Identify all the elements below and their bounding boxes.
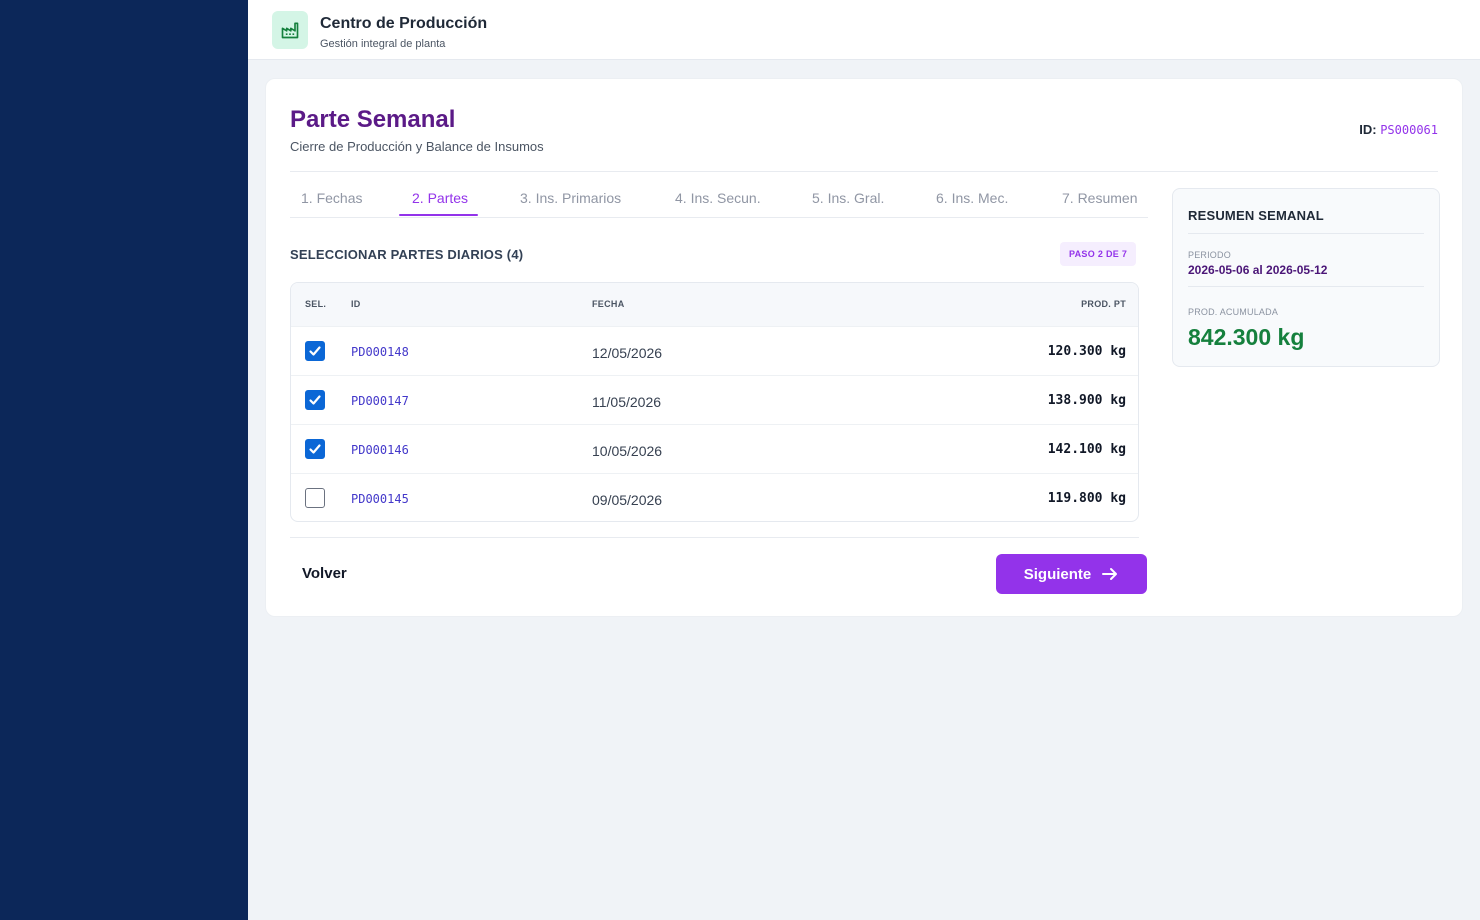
next-button-label: Siguiente bbox=[1023, 565, 1092, 583]
footer-divider bbox=[290, 537, 1139, 538]
weekly-summary-panel: RESUMEN SEMANAL PERIODO 2026-05-06 al 20… bbox=[1172, 188, 1440, 367]
table-row[interactable]: PD000148 12/05/2026 120.300 kg bbox=[291, 326, 1138, 375]
tab-insumos-primarios[interactable]: 3. Ins. Primarios bbox=[520, 190, 621, 206]
page-title: Parte Semanal bbox=[290, 106, 456, 133]
row-checkbox[interactable] bbox=[305, 439, 325, 459]
sidebar bbox=[0, 0, 248, 920]
header-divider bbox=[290, 171, 1438, 172]
checkmark-icon bbox=[309, 444, 321, 454]
table-row[interactable]: PD000146 10/05/2026 142.100 kg bbox=[291, 424, 1138, 473]
cell-prod: 142.100 kg bbox=[1047, 442, 1126, 457]
cell-fecha: 11/05/2026 bbox=[592, 394, 662, 410]
page-subtitle: Cierre de Producción y Balance de Insumo… bbox=[290, 139, 544, 154]
cell-id[interactable]: PD000145 bbox=[351, 492, 409, 506]
row-checkbox[interactable] bbox=[305, 341, 325, 361]
top-bar: Centro de Producción Gestión integral de… bbox=[248, 0, 1480, 60]
column-header-sel: SEL. bbox=[305, 299, 327, 309]
total-production-value: 842.300 kg bbox=[1188, 324, 1305, 350]
column-header-prod: PROD. PT bbox=[1081, 299, 1126, 309]
weekly-report-card: Parte Semanal Cierre de Producción y Bal… bbox=[265, 78, 1463, 617]
daily-reports-table: SEL. ID FECHA PROD. PT PD000148 12/05/20… bbox=[290, 282, 1139, 522]
arrow-right-icon bbox=[1102, 568, 1118, 580]
row-checkbox[interactable] bbox=[305, 488, 325, 508]
cell-prod: 120.300 kg bbox=[1047, 344, 1126, 359]
back-button[interactable]: Volver bbox=[302, 565, 347, 582]
total-label: PROD. ACUMULADA bbox=[1188, 307, 1279, 317]
tab-insumos-mecanicos[interactable]: 6. Ins. Mec. bbox=[936, 190, 1008, 206]
tab-resumen[interactable]: 7. Resumen bbox=[1062, 190, 1137, 206]
table-row[interactable]: PD000147 11/05/2026 138.900 kg bbox=[291, 375, 1138, 424]
tab-partes[interactable]: 2. Partes bbox=[412, 190, 468, 206]
cell-prod: 119.800 kg bbox=[1047, 491, 1126, 506]
summary-divider bbox=[1188, 233, 1424, 234]
app-title: Centro de Producción bbox=[320, 15, 488, 32]
document-id-value: PS000061 bbox=[1380, 123, 1438, 137]
document-id-label: ID: bbox=[1359, 122, 1377, 137]
app-subtitle: Gestión integral de planta bbox=[320, 38, 446, 50]
step-badge: PASO 2 DE 7 bbox=[1060, 242, 1137, 266]
period-label: PERIODO bbox=[1188, 250, 1231, 260]
cell-fecha: 09/05/2026 bbox=[592, 492, 663, 508]
factory-icon bbox=[272, 11, 308, 49]
period-value: 2026-05-06 al 2026-05-12 bbox=[1188, 263, 1328, 277]
column-header-id: ID bbox=[351, 299, 361, 309]
summary-divider bbox=[1188, 286, 1424, 287]
section-title: SELECCIONAR PARTES DIARIOS (4) bbox=[290, 247, 524, 262]
cell-fecha: 12/05/2026 bbox=[592, 345, 663, 361]
column-header-fecha: FECHA bbox=[592, 299, 625, 309]
wizard-tabs: 1. Fechas 2. Partes 3. Ins. Primarios 4.… bbox=[290, 184, 1148, 218]
checkmark-icon bbox=[309, 395, 321, 405]
table-header: SEL. ID FECHA PROD. PT bbox=[291, 283, 1138, 326]
document-id: ID: PS000061 bbox=[1359, 122, 1438, 137]
tab-fechas[interactable]: 1. Fechas bbox=[301, 190, 362, 206]
next-button[interactable]: Siguiente bbox=[996, 554, 1147, 594]
cell-id[interactable]: PD000148 bbox=[351, 345, 409, 359]
row-checkbox[interactable] bbox=[305, 390, 325, 410]
summary-title: RESUMEN SEMANAL bbox=[1188, 208, 1324, 223]
cell-id[interactable]: PD000146 bbox=[351, 443, 409, 457]
tab-insumos-generales[interactable]: 5. Ins. Gral. bbox=[812, 190, 884, 206]
cell-id[interactable]: PD000147 bbox=[351, 394, 409, 408]
table-row[interactable]: PD000145 09/05/2026 119.800 kg bbox=[291, 473, 1138, 521]
cell-prod: 138.900 kg bbox=[1047, 393, 1126, 408]
cell-fecha: 10/05/2026 bbox=[592, 443, 663, 459]
checkmark-icon bbox=[309, 346, 321, 356]
tab-insumos-secundarios[interactable]: 4. Ins. Secun. bbox=[675, 190, 761, 206]
active-tab-indicator bbox=[399, 214, 478, 216]
